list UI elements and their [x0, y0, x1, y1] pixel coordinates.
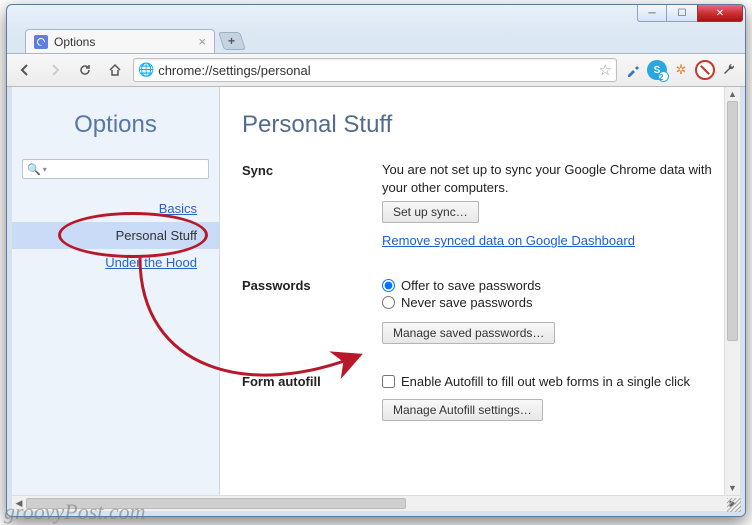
offer-save-passwords-radio[interactable]: Offer to save passwords	[382, 278, 718, 293]
wrench-menu-icon[interactable]	[719, 60, 739, 80]
scroll-down-icon[interactable]: ▼	[725, 481, 740, 495]
globe-icon: 🌐	[138, 62, 154, 78]
reload-button[interactable]	[73, 58, 97, 82]
window-close-button[interactable]: ✕	[697, 5, 743, 22]
toolbar: 🌐 chrome://settings/personal ☆ S2 ✲	[7, 53, 745, 87]
tab-strip: Options × +	[7, 27, 745, 53]
settings-main: Personal Stuff Sync You are not set up t…	[220, 87, 740, 495]
remove-synced-data-link[interactable]: Remove synced data on Google Dashboard	[382, 233, 635, 248]
orange-gear-extension-icon[interactable]: ✲	[671, 60, 691, 80]
browser-window: ─ ☐ ✕ Options × + 🌐 chrome://settings/pe…	[6, 4, 746, 517]
address-bar[interactable]: 🌐 chrome://settings/personal ☆	[133, 58, 617, 82]
autofill-section: Form autofill Enable Autofill to fill ou…	[242, 372, 718, 421]
sync-label: Sync	[242, 161, 382, 248]
sidebar-title: Options	[12, 111, 219, 139]
dropdown-icon: ▾	[43, 165, 47, 174]
url-text: chrome://settings/personal	[158, 63, 594, 78]
resize-grip[interactable]	[727, 498, 741, 512]
enable-autofill-checkbox[interactable]: Enable Autofill to fill out web forms in…	[382, 374, 718, 389]
skype-badge: 2	[658, 71, 669, 82]
window-maximize-button[interactable]: ☐	[667, 5, 697, 22]
manage-autofill-settings-button[interactable]: Manage Autofill settings…	[382, 399, 543, 421]
forward-button[interactable]	[43, 58, 67, 82]
scroll-up-icon[interactable]: ▲	[725, 87, 740, 101]
tab-close-icon[interactable]: ×	[198, 34, 206, 49]
manage-saved-passwords-button[interactable]: Manage saved passwords…	[382, 322, 555, 344]
settings-search-input[interactable]: 🔍 ▾	[22, 159, 209, 179]
eyedropper-extension-icon[interactable]	[623, 60, 643, 80]
enable-autofill-input[interactable]	[382, 375, 395, 388]
sidebar-item-personal-stuff[interactable]: Personal Stuff	[12, 222, 219, 249]
new-tab-button[interactable]: +	[218, 32, 246, 50]
sidebar-item-under-the-hood[interactable]: Under the Hood	[12, 249, 219, 276]
never-save-passwords-radio[interactable]: Never save passwords	[382, 295, 718, 310]
sidebar-item-basics[interactable]: Basics	[12, 195, 219, 222]
offer-save-passwords-label: Offer to save passwords	[401, 278, 541, 293]
offer-save-passwords-input[interactable]	[382, 279, 395, 292]
scroll-thumb[interactable]	[727, 101, 738, 341]
skype-extension-icon[interactable]: S2	[647, 60, 667, 80]
page-content: Options 🔍 ▾ Basics Personal Stuff Under …	[7, 87, 745, 495]
home-button[interactable]	[103, 58, 127, 82]
enable-autofill-label: Enable Autofill to fill out web forms in…	[401, 374, 690, 389]
never-save-passwords-input[interactable]	[382, 296, 395, 309]
wrench-icon	[34, 35, 48, 49]
bookmark-star-icon[interactable]: ☆	[599, 61, 612, 79]
page-heading: Personal Stuff	[242, 111, 718, 139]
never-save-passwords-label: Never save passwords	[401, 295, 533, 310]
passwords-label: Passwords	[242, 276, 382, 344]
back-button[interactable]	[13, 58, 37, 82]
vertical-scrollbar[interactable]: ▲ ▼	[724, 87, 740, 495]
noscript-extension-icon[interactable]	[695, 60, 715, 80]
sync-status-text: You are not set up to sync your Google C…	[382, 161, 718, 197]
settings-sidebar: Options 🔍 ▾ Basics Personal Stuff Under …	[12, 87, 220, 495]
sync-section: Sync You are not set up to sync your Goo…	[242, 161, 718, 248]
window-titlebar: ─ ☐ ✕	[7, 5, 745, 27]
search-icon: 🔍	[27, 163, 41, 176]
extension-icons: S2 ✲	[623, 60, 739, 80]
passwords-section: Passwords Offer to save passwords Never …	[242, 276, 718, 344]
window-minimize-button[interactable]: ─	[637, 5, 667, 22]
autofill-label: Form autofill	[242, 372, 382, 421]
browser-tab[interactable]: Options ×	[25, 29, 215, 53]
tab-title: Options	[54, 35, 95, 49]
watermark: groovyPost.com	[4, 499, 146, 525]
setup-sync-button[interactable]: Set up sync…	[382, 201, 479, 223]
